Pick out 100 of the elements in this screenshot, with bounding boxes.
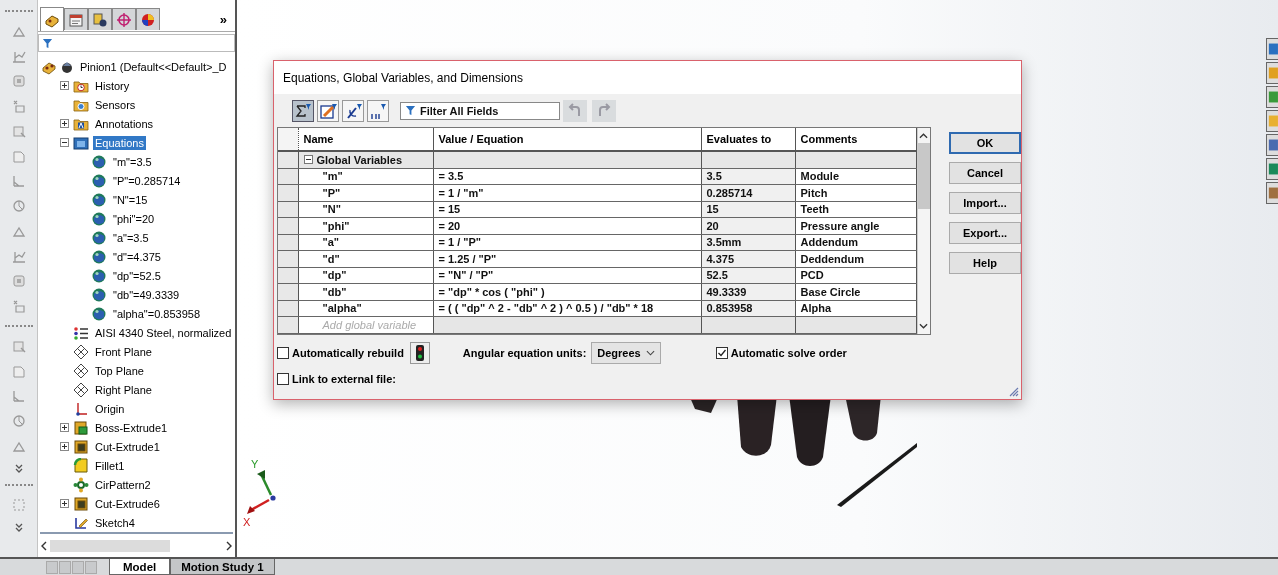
tree-item[interactable]: CirPattern2 <box>93 477 153 492</box>
table-cell[interactable]: = 1.25 / "P" <box>433 250 701 267</box>
task-pane-icon[interactable] <box>1266 182 1278 204</box>
tree-item[interactable]: "P"=0.285714 <box>111 173 183 188</box>
expand-icon[interactable] <box>60 81 69 91</box>
scroll-down-icon[interactable] <box>919 321 929 330</box>
tree-item[interactable]: Origin <box>93 401 127 416</box>
tree-item[interactable]: Equations <box>93 135 146 150</box>
collapse-icon[interactable] <box>303 155 313 165</box>
table-cell[interactable]: = 3.5 <box>433 168 701 185</box>
table-cell[interactable]: Teeth <box>795 201 916 218</box>
tree-item[interactable]: Cut-Extrude6 <box>93 496 162 511</box>
panel-tab[interactable] <box>64 8 88 30</box>
table-cell[interactable]: = "dp" * cos ( "phi" ) <box>433 283 701 300</box>
tree-item[interactable]: Annotations <box>93 116 156 131</box>
table-cell[interactable]: "db" <box>298 283 433 300</box>
task-pane-icon[interactable] <box>1266 86 1278 108</box>
task-pane-icon[interactable] <box>1266 38 1278 60</box>
expand-icon[interactable] <box>60 499 69 509</box>
tree-item[interactable]: Sketch4 <box>93 515 137 530</box>
dialog-button[interactable]: OK <box>949 132 1021 154</box>
table-cell[interactable]: "a" <box>298 234 433 251</box>
view-tab[interactable]: Model <box>109 559 171 575</box>
tree-item[interactable]: "phi"=20 <box>111 211 157 226</box>
table-cell[interactable]: PCD <box>795 267 916 284</box>
filter-field[interactable]: Filter All Fields <box>400 101 560 120</box>
column-header[interactable]: Evaluates to <box>701 128 795 151</box>
tree-item[interactable]: "dp"=52.5 <box>111 268 163 283</box>
scrollbar-thumb[interactable] <box>917 143 930 209</box>
table-cell[interactable]: = 1 / "P" <box>433 234 701 251</box>
scrollbar-thumb[interactable] <box>50 539 170 552</box>
task-pane-icon[interactable] <box>1266 110 1278 132</box>
column-header[interactable]: Value / Equation <box>433 128 701 151</box>
tree-item[interactable]: AISI 4340 Steel, normalized <box>93 325 234 340</box>
panel-tab[interactable] <box>136 8 160 30</box>
dialog-button[interactable]: Cancel <box>949 162 1021 184</box>
tree-item[interactable]: "alpha"=0.853958 <box>111 306 203 321</box>
table-cell[interactable]: = 15 <box>433 201 701 218</box>
tree-item[interactable]: Front Plane <box>93 344 154 359</box>
tree-item[interactable]: "a"=3.5 <box>111 230 151 245</box>
tool-icon[interactable] <box>10 413 27 429</box>
checkbox[interactable] <box>277 372 289 385</box>
collapse-icon[interactable] <box>60 138 69 148</box>
table-cell[interactable]: "d" <box>298 250 433 267</box>
tree-item[interactable]: History <box>93 78 132 93</box>
table-cell[interactable]: "N" <box>298 201 433 218</box>
tree-item[interactable]: Sensors <box>93 97 138 112</box>
panel-tab[interactable] <box>112 8 136 30</box>
double-chevron-icon[interactable] <box>13 463 24 473</box>
tree-item[interactable]: Right Plane <box>93 382 154 397</box>
tree-item[interactable]: Boss-Extrude1 <box>93 420 170 435</box>
table-cell[interactable]: Pitch <box>795 184 916 201</box>
task-pane-icon[interactable] <box>1266 62 1278 84</box>
view-button[interactable] <box>342 99 364 122</box>
table-cell[interactable]: Deddendum <box>795 250 916 267</box>
expand-icon[interactable] <box>60 442 69 452</box>
tree-item[interactable]: Pinion1 (Default<<Default>_D <box>78 59 229 74</box>
table-cell[interactable]: = 20 <box>433 217 701 234</box>
tree-item[interactable]: "db"=49.3339 <box>111 287 182 302</box>
checkbox[interactable] <box>277 346 289 359</box>
more-tabs-button[interactable]: » <box>217 11 229 27</box>
tree-item[interactable]: Top Plane <box>93 363 146 378</box>
table-cell[interactable]: "m" <box>298 168 433 185</box>
table-cell[interactable]: = 1 / "m" <box>433 184 701 201</box>
tree-item[interactable]: Cut-Extrude1 <box>93 439 162 454</box>
double-chevron-icon[interactable] <box>13 522 24 532</box>
expand-icon[interactable] <box>60 119 69 129</box>
tree-item[interactable]: "N"=15 <box>111 192 150 207</box>
table-cell[interactable]: Addendum <box>795 234 916 251</box>
tool-icon[interactable] <box>10 198 27 214</box>
table-cell[interactable]: = "N" / "P" <box>433 267 701 284</box>
table-cell[interactable]: "alpha" <box>298 300 433 317</box>
table-cell[interactable]: Module <box>795 168 916 185</box>
tree-item[interactable]: "d"=4.375 <box>111 249 163 264</box>
view-tab[interactable]: Motion Study 1 <box>170 559 275 575</box>
scroll-right-icon[interactable] <box>225 540 233 551</box>
panel-tab[interactable] <box>40 7 64 31</box>
dialog-button[interactable]: Import... <box>949 192 1021 214</box>
table-cell[interactable]: "phi" <box>298 217 433 234</box>
task-pane-icon[interactable] <box>1266 134 1278 156</box>
table-cell[interactable]: = ( ( "dp" ^ 2 - "db" ^ 2 ) ^ 0.5 ) / "db" * 18 <box>433 300 701 317</box>
table-cell[interactable]: "P" <box>298 184 433 201</box>
column-header[interactable]: Comments <box>795 128 916 151</box>
tree-item[interactable]: Fillet1 <box>93 458 127 473</box>
resize-grip-icon[interactable] <box>1007 385 1019 397</box>
scroll-up-icon[interactable] <box>919 132 929 140</box>
dialog-button[interactable]: Export... <box>949 222 1021 244</box>
table-cell[interactable]: Base Circle <box>795 283 916 300</box>
expand-icon[interactable] <box>60 423 69 433</box>
dialog-button[interactable]: Help <box>949 252 1021 274</box>
view-button[interactable] <box>292 99 314 122</box>
table-cell[interactable]: "dp" <box>298 267 433 284</box>
column-header[interactable]: Name <box>298 128 433 151</box>
table-cell[interactable]: Alpha <box>795 300 916 317</box>
panel-tab[interactable] <box>88 8 112 30</box>
checkbox[interactable] <box>715 346 728 359</box>
table-cell[interactable]: Pressure angle <box>795 217 916 234</box>
view-button[interactable] <box>317 99 339 122</box>
scroll-left-icon[interactable] <box>40 540 48 551</box>
task-pane-icon[interactable] <box>1266 158 1278 180</box>
